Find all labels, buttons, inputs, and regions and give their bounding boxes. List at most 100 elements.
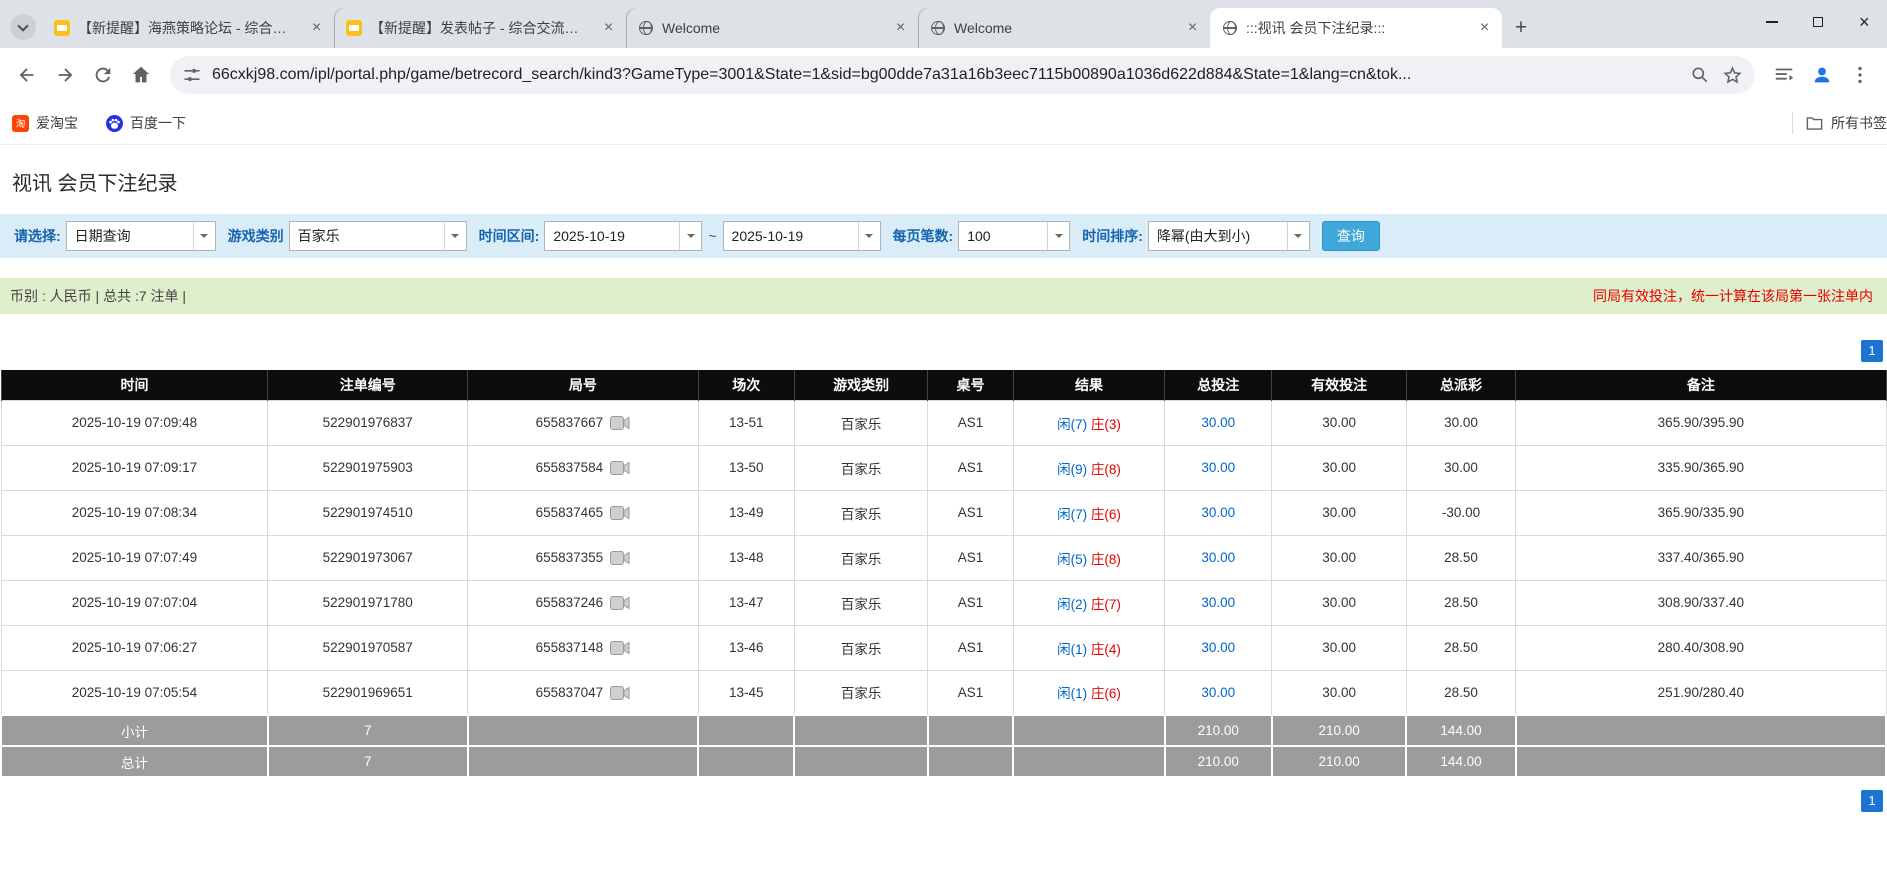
result-banker: 庄(6): [1091, 507, 1121, 522]
zoom-icon[interactable]: [1690, 65, 1710, 85]
date-to-select[interactable]: 2025-10-19: [723, 221, 881, 251]
tab-title: :::视讯 会员下注纪录:::: [1246, 18, 1467, 38]
page-size-select[interactable]: 100: [958, 221, 1070, 251]
page-number-button[interactable]: 1: [1861, 340, 1883, 362]
table-row: 2025-10-19 07:06:27 522901970587 6558371…: [1, 625, 1886, 670]
subtotal-valid-bet: 210.00: [1272, 715, 1407, 746]
total-bet-link[interactable]: 30.00: [1201, 505, 1235, 520]
tab-title: 【新提醒】海燕策略论坛 - 综合…: [78, 18, 299, 38]
table-row: 2025-10-19 07:08:34 522901974510 6558374…: [1, 490, 1886, 535]
result-banker: 庄(7): [1091, 597, 1121, 612]
new-tab-button[interactable]: +: [1506, 13, 1536, 43]
site-info-icon[interactable]: [182, 65, 202, 85]
chevron-down-icon: [17, 20, 28, 31]
divider: [1792, 112, 1793, 134]
page-number-button[interactable]: 1: [1861, 790, 1883, 812]
bookmark-star-icon[interactable]: [1722, 65, 1743, 86]
cell-game-type: 百家乐: [794, 670, 927, 715]
bookmark-aitaobao[interactable]: 淘 爱淘宝: [12, 113, 78, 133]
total-valid-bet: 210.00: [1272, 746, 1407, 777]
chevron-down-icon: [444, 222, 466, 250]
total-label: 总计: [1, 746, 268, 777]
all-bookmarks-label: 所有书签: [1831, 113, 1887, 133]
sort-select[interactable]: 降幂(由大到小): [1148, 221, 1310, 251]
page-size-value: 100: [967, 228, 990, 244]
cell-result: 闲(2) 庄(7): [1013, 580, 1165, 625]
date-from-select[interactable]: 2025-10-19: [544, 221, 702, 251]
browser-tab[interactable]: Welcome ×: [918, 8, 1210, 48]
menu-button[interactable]: [1841, 56, 1879, 94]
reload-icon: [92, 64, 114, 86]
total-bet-link[interactable]: 30.00: [1201, 685, 1235, 700]
address-bar[interactable]: 66cxkj98.com/ipl/portal.php/game/betreco…: [170, 56, 1755, 94]
cell-empty: [1013, 746, 1165, 777]
cell-total-bet: 30.00: [1165, 625, 1272, 670]
pagination-bottom: 1: [0, 790, 1883, 812]
cell-result: 闲(5) 庄(8): [1013, 535, 1165, 580]
tab-close-icon[interactable]: ×: [599, 19, 618, 38]
round-number: 655837047: [536, 685, 604, 700]
cell-bet-id: 522901973067: [268, 535, 468, 580]
table-row: 2025-10-19 07:07:04 522901971780 6558372…: [1, 580, 1886, 625]
total-row: 总计 7 210.00 210.00 144.00: [1, 746, 1886, 777]
total-bet-link[interactable]: 30.00: [1201, 415, 1235, 430]
toolbar-right-icons: [1765, 56, 1879, 94]
cell-table-number: AS1: [928, 535, 1013, 580]
video-icon[interactable]: [610, 641, 630, 655]
cell-note: 335.90/365.90: [1516, 445, 1886, 490]
tab-title: 【新提醒】发表帖子 - 综合交流…: [370, 18, 591, 38]
tab-close-icon[interactable]: ×: [891, 19, 910, 38]
video-icon[interactable]: [610, 686, 630, 700]
browser-tab[interactable]: 【新提醒】海燕策略论坛 - 综合… ×: [42, 8, 334, 48]
browser-tab[interactable]: 【新提醒】发表帖子 - 综合交流… ×: [334, 8, 626, 48]
home-button[interactable]: [122, 56, 160, 94]
cell-empty: [794, 715, 927, 746]
cell-valid-bet: 30.00: [1272, 400, 1407, 445]
bookmark-label: 爱淘宝: [36, 113, 78, 133]
browser-tab[interactable]: :::视讯 会员下注纪录::: ×: [1210, 8, 1502, 48]
total-bet-link[interactable]: 30.00: [1201, 460, 1235, 475]
cell-total-bet: 30.00: [1165, 490, 1272, 535]
bookmark-baidu[interactable]: 百度一下: [106, 113, 186, 133]
back-button[interactable]: [8, 56, 46, 94]
video-icon[interactable]: [610, 461, 630, 475]
cell-bet-id: 522901976837: [268, 400, 468, 445]
tab-strip: 【新提醒】海燕策略论坛 - 综合… × 【新提醒】发表帖子 - 综合交流… × …: [0, 0, 1887, 48]
tab-search-button[interactable]: [10, 14, 36, 40]
cell-empty: [468, 746, 699, 777]
cell-table-number: AS1: [928, 670, 1013, 715]
tab-close-icon[interactable]: ×: [307, 19, 326, 38]
folder-icon: [1805, 114, 1824, 133]
page-size-label: 每页笔数:: [893, 226, 954, 246]
cell-empty: [698, 746, 794, 777]
browser-tab[interactable]: Welcome ×: [626, 8, 918, 48]
total-bet-link[interactable]: 30.00: [1201, 550, 1235, 565]
minimize-button[interactable]: [1749, 0, 1795, 44]
maximize-button[interactable]: [1795, 0, 1841, 44]
tab-close-icon[interactable]: ×: [1475, 19, 1494, 38]
total-bet-link[interactable]: 30.00: [1201, 595, 1235, 610]
total-bet-link[interactable]: 30.00: [1201, 640, 1235, 655]
side-panel-button[interactable]: [1765, 56, 1803, 94]
video-icon[interactable]: [610, 551, 630, 565]
game-type-select[interactable]: 百家乐: [289, 221, 467, 251]
video-icon[interactable]: [610, 506, 630, 520]
video-icon[interactable]: [610, 596, 630, 610]
result-banker: 庄(3): [1091, 417, 1121, 432]
video-icon[interactable]: [610, 416, 630, 430]
all-bookmarks-button[interactable]: 所有书签: [1780, 102, 1887, 144]
query-button[interactable]: 查询: [1322, 221, 1380, 251]
table-body: 2025-10-19 07:09:48 522901976837 6558376…: [1, 400, 1886, 715]
reload-button[interactable]: [84, 56, 122, 94]
column-header: 备注: [1516, 370, 1886, 400]
forward-button[interactable]: [46, 56, 84, 94]
cell-game-type: 百家乐: [794, 535, 927, 580]
profile-button[interactable]: [1803, 56, 1841, 94]
cell-total-bet: 30.00: [1165, 535, 1272, 580]
close-button[interactable]: ×: [1841, 0, 1887, 44]
tab-close-icon[interactable]: ×: [1183, 19, 1202, 38]
cell-result: 闲(1) 庄(6): [1013, 670, 1165, 715]
url-text[interactable]: 66cxkj98.com/ipl/portal.php/game/betreco…: [212, 66, 1680, 84]
date-mode-select[interactable]: 日期查询: [66, 221, 216, 251]
date-mode-value: 日期查询: [75, 226, 131, 246]
